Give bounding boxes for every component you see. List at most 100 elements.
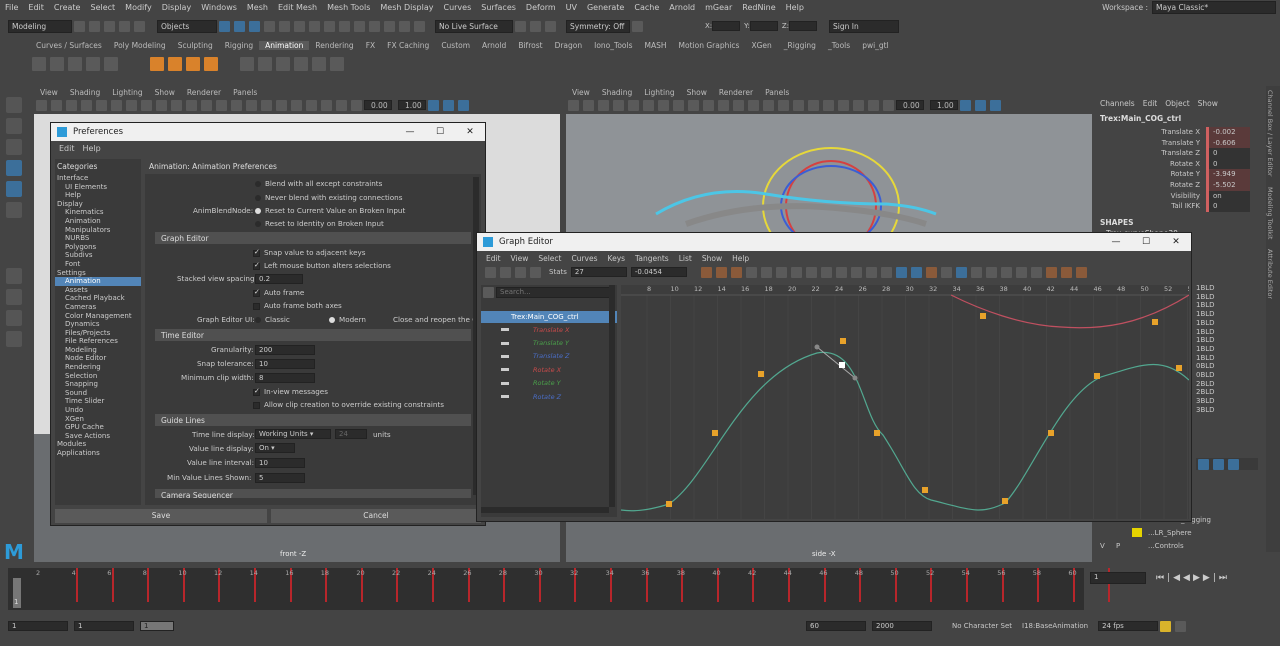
range-bar[interactable]: 1: [140, 621, 174, 631]
maximize-button[interactable]: ☐: [425, 127, 455, 137]
buffer-curve-icon[interactable]: [925, 266, 937, 278]
category-item[interactable]: Files/Projects: [55, 329, 141, 338]
shelf-tab[interactable]: Curves / Surfaces: [30, 41, 108, 50]
layer-playback[interactable]: P: [1116, 542, 1132, 550]
viewport-value-b[interactable]: 1.00: [398, 100, 426, 110]
outliner-attr[interactable]: Rotate X: [481, 363, 617, 376]
viewport-tool-icon[interactable]: [883, 99, 894, 111]
viewport-tool-icon[interactable]: [171, 99, 182, 111]
stacked-icon[interactable]: [1030, 266, 1042, 278]
viewport-tool-icon[interactable]: [823, 99, 834, 111]
category-item[interactable]: Manipulators: [55, 226, 141, 235]
viewport-tool-icon[interactable]: [778, 99, 789, 111]
menu-item[interactable]: Deform: [521, 3, 561, 12]
pref-menu-help[interactable]: Help: [79, 144, 105, 153]
save-button[interactable]: Save: [55, 509, 267, 523]
viewport-tool-icon[interactable]: [261, 99, 272, 111]
snap-value-checkbox[interactable]: Snap value to adjacent keys: [253, 248, 366, 257]
channel-value[interactable]: -5.502: [1206, 179, 1250, 191]
paint-tool-icon[interactable]: [6, 139, 22, 155]
mode-select[interactable]: Modeling: [8, 19, 72, 33]
time-editor-icon[interactable]: [1075, 266, 1087, 278]
graph-editor-section[interactable]: Graph Editor: [155, 232, 471, 244]
range-start2-field[interactable]: 1: [74, 621, 134, 631]
stats-frame-field[interactable]: 27: [570, 267, 627, 277]
category-item[interactable]: Time Slider: [55, 397, 141, 406]
pin-icon[interactable]: [632, 20, 643, 32]
category-item[interactable]: Modules: [55, 440, 141, 449]
shelf-joint-icon[interactable]: [186, 57, 200, 71]
mask-icon[interactable]: [309, 20, 320, 32]
playback-buttons[interactable]: ⏮|◀◀▶▶|⏭: [1156, 573, 1230, 583]
graph-view[interactable]: 8 10 12 14 16 18 20 22 24 26 28 30 32 34 36 38 40 42 44 46 4…: [621, 285, 1189, 519]
menu-item[interactable]: Create: [49, 3, 86, 12]
viewport-menu-item[interactable]: Renderer: [713, 88, 759, 97]
category-item[interactable]: Settings: [55, 269, 141, 278]
snap-curve-icon[interactable]: [369, 20, 380, 32]
channel-box-menu-item[interactable]: Object: [1161, 99, 1193, 108]
lock-icon[interactable]: [339, 20, 350, 32]
shelf-tab[interactable]: Bifrost: [512, 41, 548, 50]
category-item[interactable]: XGen: [55, 415, 141, 424]
shelf-tool-icon[interactable]: [104, 57, 118, 71]
layout-four-icon[interactable]: [6, 289, 22, 305]
category-item[interactable]: Font: [55, 260, 141, 269]
graph-menu-item[interactable]: Show: [697, 254, 727, 263]
flat-tangent-icon[interactable]: [805, 266, 817, 278]
layer-color-swatch[interactable]: [1132, 528, 1142, 537]
cancel-button[interactable]: Cancel: [271, 509, 481, 523]
snap-grid-icon[interactable]: [354, 20, 365, 32]
menu-item[interactable]: File: [0, 3, 23, 12]
shelf-joint-icon[interactable]: [204, 57, 218, 71]
viewport-tool-icon[interactable]: [703, 99, 714, 111]
layout-two-icon[interactable]: [6, 310, 22, 326]
viewport-menu-item[interactable]: Show: [149, 88, 181, 97]
channel-row[interactable]: Visibility on: [1096, 190, 1258, 202]
menu-item[interactable]: Windows: [196, 3, 242, 12]
viewport-tool-icon[interactable]: [458, 99, 469, 111]
layer-move-icon[interactable]: [1213, 458, 1224, 470]
channel-value[interactable]: 0: [1206, 201, 1250, 212]
category-item[interactable]: UI Elements: [55, 183, 141, 192]
shelf-constraint-icon[interactable]: [330, 57, 344, 71]
allow-clip-checkbox[interactable]: Allow clip creation to override existing…: [253, 400, 444, 409]
shelf-tab[interactable]: Rigging: [219, 41, 259, 50]
viewport-tool-icon[interactable]: [443, 99, 454, 111]
menu-item[interactable]: Generate: [582, 3, 629, 12]
time-slider[interactable]: 2 4 6 8 10 12 14 16 18 20 22 24 26 28 30 32 34 36 38 40 42 44…: [8, 568, 1111, 610]
frame-selection-icon[interactable]: [715, 266, 727, 278]
shelf-tool-icon[interactable]: [68, 57, 82, 71]
pre-infinity-icon[interactable]: [985, 266, 997, 278]
outliner-icon[interactable]: [6, 331, 22, 347]
category-item[interactable]: Cached Playback: [55, 294, 141, 303]
category-item[interactable]: Cameras: [55, 303, 141, 312]
close-button[interactable]: ✕: [1161, 237, 1191, 247]
graph-menu-item[interactable]: Keys: [603, 254, 631, 263]
sign-in-button[interactable]: Sign In: [829, 19, 900, 33]
character-set[interactable]: No Character Set: [952, 622, 1012, 630]
viewport-tool-icon[interactable]: [126, 99, 137, 111]
clamped-tangent-icon[interactable]: [775, 266, 787, 278]
filter-icon[interactable]: [483, 286, 494, 298]
move-key-icon[interactable]: [485, 266, 496, 278]
category-item[interactable]: Kinematics: [55, 208, 141, 217]
range-end-field[interactable]: 60: [806, 621, 866, 631]
outliner-attr[interactable]: Rotate Y: [481, 377, 617, 390]
menu-item[interactable]: Modify: [120, 3, 157, 12]
category-item[interactable]: Dynamics: [55, 320, 141, 329]
minimize-button[interactable]: —: [395, 127, 425, 137]
viewport-tool-icon[interactable]: [718, 99, 729, 111]
stacked-field[interactable]: 0.2: [255, 274, 303, 284]
category-item[interactable]: Modeling: [55, 346, 141, 355]
open-scene-icon[interactable]: [89, 20, 100, 32]
outliner-attr[interactable]: Translate Z: [481, 350, 617, 363]
category-item[interactable]: Selection: [55, 372, 141, 381]
trax-icon[interactable]: [1060, 266, 1072, 278]
anim-layer[interactable]: I18:BaseAnimation: [1022, 622, 1088, 630]
viewport-tool-icon[interactable]: [336, 99, 347, 111]
category-item[interactable]: Help: [55, 191, 141, 200]
viewport-tool-icon[interactable]: [141, 99, 152, 111]
shelf-tab[interactable]: Custom: [435, 41, 476, 50]
outliner-attr[interactable]: Translate X: [481, 323, 617, 336]
viewport-tool-icon[interactable]: [658, 99, 669, 111]
